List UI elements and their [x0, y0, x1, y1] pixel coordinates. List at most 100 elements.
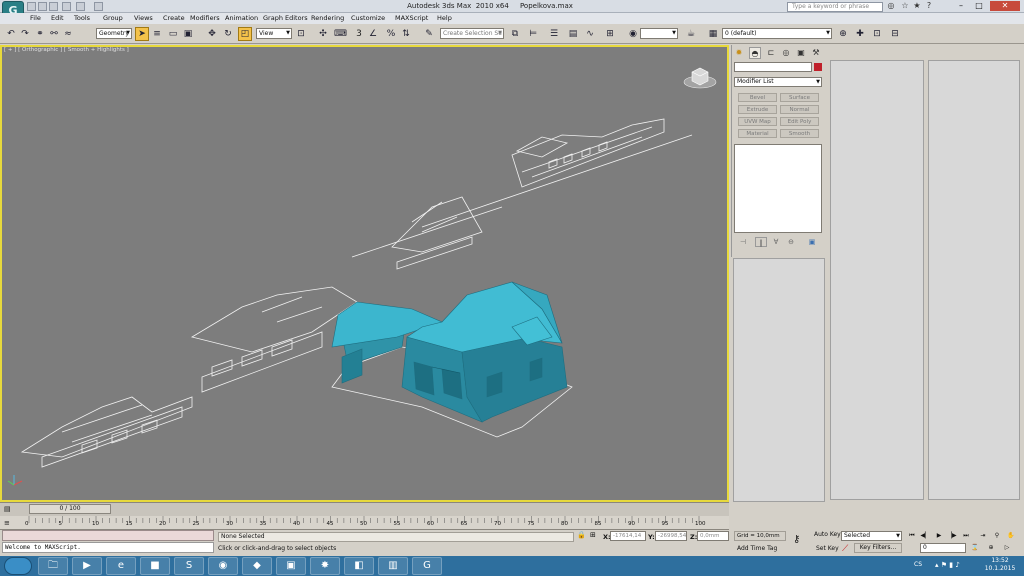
- select-and-rotate-icon[interactable]: ↻: [221, 27, 235, 41]
- modifier-button-normal[interactable]: Normal: [780, 105, 819, 114]
- orbit-icon[interactable]: ⊕: [986, 543, 996, 553]
- layer-manager-icon[interactable]: ☰: [547, 27, 561, 41]
- project-folder-icon[interactable]: [94, 2, 103, 11]
- menu-tools[interactable]: Tools: [74, 13, 90, 24]
- redo-icon[interactable]: ↷: [18, 27, 32, 41]
- undo-icon[interactable]: ↶: [4, 27, 18, 41]
- binoculars-icon[interactable]: ◎: [886, 1, 896, 11]
- explorer-icon[interactable]: 🗀: [38, 557, 68, 575]
- app-icon-network[interactable]: ◧: [344, 557, 374, 575]
- zoom-icon[interactable]: ⚲: [992, 531, 1002, 541]
- snaps-toggle-icon[interactable]: 3: [352, 27, 366, 41]
- menu-maxscript[interactable]: MAXScript: [395, 13, 428, 24]
- next-frame-icon[interactable]: ▕▶: [947, 531, 957, 541]
- selection-filter-dropdown[interactable]: Geometry ▼: [96, 28, 132, 39]
- trackbar-toggle-icon[interactable]: ▤: [4, 504, 16, 514]
- graphite-ribbon-icon[interactable]: ▤: [566, 27, 580, 41]
- set-current-layer-icon[interactable]: ⊟: [888, 27, 902, 41]
- modifier-button-smooth[interactable]: Smooth: [780, 129, 819, 138]
- modifier-button-uvw-map[interactable]: UVW Map: [738, 117, 777, 126]
- default-in-out-tangent-icon[interactable]: ⟋: [842, 544, 848, 554]
- menu-help[interactable]: Help: [437, 13, 452, 24]
- unlink-icon[interactable]: ⚯: [47, 27, 61, 41]
- auto-key-button[interactable]: Auto Key: [814, 531, 841, 538]
- hierarchy-tab-icon[interactable]: ⊏: [765, 47, 777, 59]
- favorites-icon[interactable]: ★: [912, 1, 922, 11]
- new-file-icon[interactable]: [27, 2, 36, 11]
- z-coordinate-field[interactable]: 0,0mm: [697, 531, 729, 541]
- window-crossing-icon[interactable]: ▣: [181, 27, 195, 41]
- align-icon[interactable]: ⊨: [526, 27, 540, 41]
- select-and-move-icon[interactable]: ✥: [205, 27, 219, 41]
- chrome-icon[interactable]: ◉: [208, 557, 238, 575]
- render-setup-icon[interactable]: ☕: [684, 27, 698, 41]
- previous-frame-icon[interactable]: ◀▏: [920, 531, 930, 541]
- mirror-icon[interactable]: ⧉: [508, 27, 522, 41]
- go-to-end-icon[interactable]: ⏭: [961, 531, 971, 541]
- percent-snap-icon[interactable]: %: [384, 27, 398, 41]
- add-to-layer-icon[interactable]: ✚: [853, 27, 867, 41]
- select-by-name-icon[interactable]: ≡: [150, 27, 164, 41]
- layer-icon[interactable]: ▦: [706, 27, 720, 41]
- key-icon[interactable]: ⚷: [793, 534, 800, 545]
- menu-create[interactable]: Create: [163, 13, 185, 24]
- menu-modifiers[interactable]: Modifiers: [190, 13, 220, 24]
- selection-lock-icon[interactable]: 🔒: [577, 531, 586, 539]
- media-player-icon[interactable]: ▶: [72, 557, 102, 575]
- edit-named-selection-icon[interactable]: ✎: [422, 27, 436, 41]
- time-configuration-icon[interactable]: ⌛: [970, 543, 980, 553]
- maximize-button[interactable]: □: [972, 1, 986, 11]
- current-frame-field[interactable]: 0: [920, 543, 966, 553]
- render-preset-dropdown[interactable]: ▼: [640, 28, 678, 39]
- tray-icons[interactable]: ▴ ⚑ ▮ ♪: [935, 561, 960, 569]
- app-icon-calculator[interactable]: ▥: [378, 557, 408, 575]
- minimize-button[interactable]: –: [954, 1, 968, 11]
- select-layer-objects-icon[interactable]: ⊡: [870, 27, 884, 41]
- named-selection-set-dropdown[interactable]: Create Selection Se ▼: [440, 28, 504, 39]
- menu-animation[interactable]: Animation: [225, 13, 258, 24]
- modifier-button-material[interactable]: Material: [738, 129, 777, 138]
- keyboard-shortcut-toggle-icon[interactable]: ⌨: [333, 27, 347, 41]
- modifier-button-bevel[interactable]: Bevel: [738, 93, 777, 102]
- skype-icon[interactable]: S: [174, 557, 204, 575]
- menu-edit[interactable]: Edit: [51, 13, 64, 24]
- menu-views[interactable]: Views: [134, 13, 153, 24]
- internet-explorer-icon[interactable]: e: [106, 557, 136, 575]
- time-slider[interactable]: 0 / 100: [29, 504, 111, 514]
- go-to-start-icon[interactable]: ⏮: [907, 531, 917, 541]
- angle-snap-icon[interactable]: ∠: [366, 27, 380, 41]
- object-name-field[interactable]: [734, 62, 812, 72]
- modifier-list-dropdown[interactable]: Modifier List ▼: [734, 77, 822, 87]
- language-indicator[interactable]: CS: [914, 561, 922, 568]
- play-icon[interactable]: ▶: [934, 531, 944, 541]
- redo-icon[interactable]: [76, 2, 85, 11]
- scene-canvas[interactable]: [2, 47, 727, 500]
- select-and-link-icon[interactable]: ⚭: [33, 27, 47, 41]
- remove-modifier-icon[interactable]: ⊖: [785, 237, 797, 247]
- menu-group[interactable]: Group: [103, 13, 123, 24]
- close-button[interactable]: ✕: [990, 1, 1020, 11]
- pivot-center-icon[interactable]: ⊡: [294, 27, 308, 41]
- help-icon[interactable]: ?: [924, 1, 934, 11]
- x-coordinate-field[interactable]: -17614,14: [610, 531, 646, 541]
- create-layer-icon[interactable]: ⊕: [836, 27, 850, 41]
- menu-rendering[interactable]: Rendering: [311, 13, 344, 24]
- key-mode-dropdown[interactable]: Selected ▼: [841, 531, 902, 541]
- open-file-icon[interactable]: [38, 2, 47, 11]
- utilities-tab-icon[interactable]: ⚒: [810, 47, 822, 59]
- save-file-icon[interactable]: [49, 2, 58, 11]
- undo-icon[interactable]: [62, 2, 71, 11]
- field-of-view-icon[interactable]: ▷: [1002, 543, 1012, 553]
- maxscript-listener-output[interactable]: [2, 530, 214, 541]
- search-input[interactable]: Type a keyword or phrase: [787, 2, 883, 12]
- create-tab-icon[interactable]: ✹: [733, 47, 745, 59]
- object-color-swatch[interactable]: [814, 63, 822, 71]
- modify-tab-icon[interactable]: ◓: [749, 47, 761, 59]
- app-icon-green[interactable]: ▣: [276, 557, 306, 575]
- bind-space-warp-icon[interactable]: ≈: [61, 27, 75, 41]
- layer-dropdown[interactable]: 0 (default) ▼: [722, 28, 832, 39]
- absolute-mode-icon[interactable]: ⊞: [590, 531, 596, 539]
- select-and-manipulate-icon[interactable]: ✣: [316, 27, 330, 41]
- curve-editor-icon[interactable]: ∿: [583, 27, 597, 41]
- reference-coordinate-dropdown[interactable]: View ▼: [256, 28, 292, 39]
